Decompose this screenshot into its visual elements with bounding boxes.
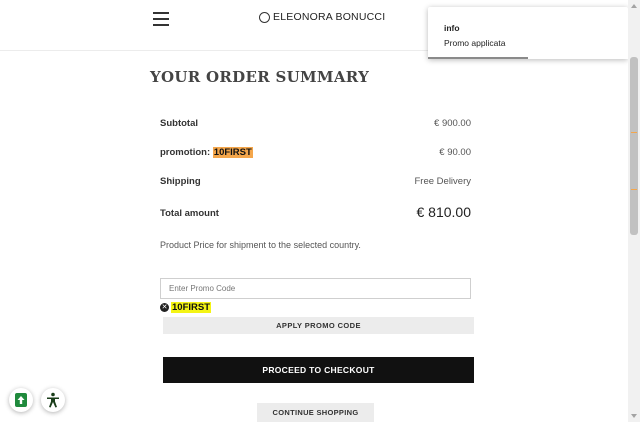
promotion-label-text: promotion: — [160, 147, 211, 158]
toast-progress-fill — [428, 57, 528, 59]
toast-title: info — [444, 23, 460, 33]
applied-promo-code: ✕ 10FIRST — [160, 302, 212, 313]
scrollbar-thumb[interactable] — [630, 57, 638, 235]
total-value: € 810.00 — [416, 204, 472, 220]
circle-logo-icon — [259, 11, 270, 23]
page-scrollbar[interactable] — [628, 0, 640, 422]
toast-message: Promo applicata — [444, 38, 506, 48]
promotion-code-highlight: 10FIRST — [212, 147, 253, 158]
promotion-label: promotion: 10FIRST — [160, 147, 253, 158]
shipment-note: Product Price for shipment to the select… — [160, 240, 361, 250]
toast-progress-bar — [428, 57, 628, 59]
info-toast: info Promo applicata — [428, 7, 628, 59]
hamburger-menu-icon[interactable] — [153, 12, 169, 26]
total-label: Total amount — [160, 208, 219, 219]
proceed-to-checkout-button[interactable]: PROCEED TO CHECKOUT — [163, 357, 474, 383]
scroll-to-top-button[interactable] — [9, 388, 33, 412]
promo-code-input[interactable] — [160, 278, 471, 299]
brand-name: ELEONORA BONUCCI — [273, 11, 386, 23]
arrow-up-icon — [15, 393, 27, 407]
shipping-value: Free Delivery — [414, 176, 472, 187]
scroll-up-arrow-icon[interactable] — [631, 4, 637, 8]
accessibility-person-icon — [47, 392, 59, 408]
promotion-value: € 90.00 — [439, 147, 471, 158]
edge-marker — [631, 189, 637, 190]
applied-code-text: 10FIRST — [171, 302, 212, 313]
apply-promo-button[interactable]: APPLY PROMO CODE — [163, 317, 474, 334]
order-summary-title: YOUR ORDER SUMMARY — [150, 68, 370, 86]
accessibility-button[interactable] — [41, 388, 65, 412]
edge-marker — [631, 132, 637, 133]
shipping-label: Shipping — [160, 176, 201, 187]
remove-code-icon[interactable]: ✕ — [160, 303, 169, 312]
subtotal-value: € 900.00 — [434, 118, 471, 129]
subtotal-label: Subtotal — [160, 118, 198, 129]
brand-logo[interactable]: ELEONORA BONUCCI — [259, 11, 385, 23]
continue-shopping-button[interactable]: CONTINUE SHOPPING — [257, 403, 374, 422]
scroll-down-arrow-icon[interactable] — [631, 414, 637, 418]
